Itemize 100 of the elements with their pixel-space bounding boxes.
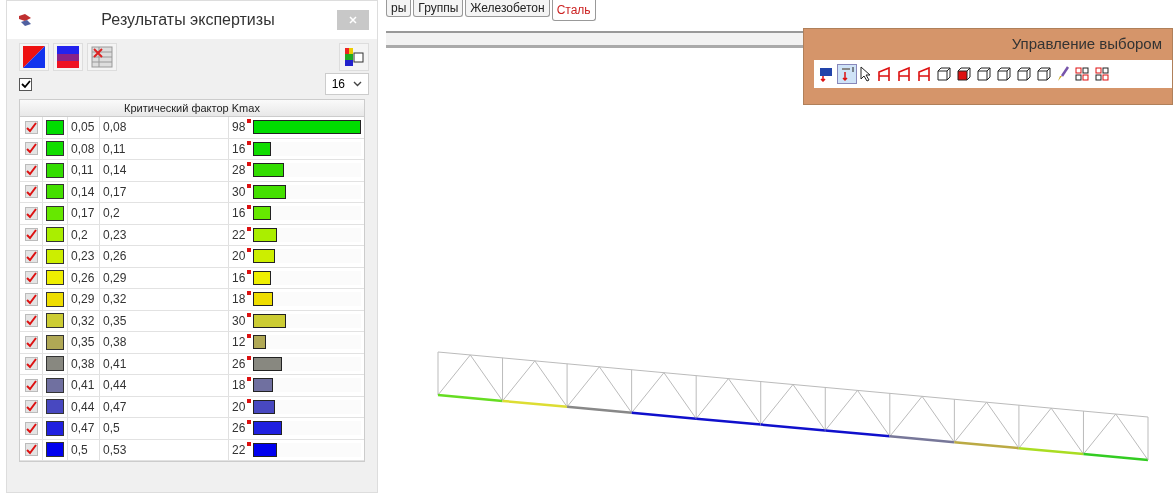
count-value: 18 <box>232 378 247 393</box>
count-value: 22 <box>232 442 247 457</box>
table-cell: 0,11 <box>68 160 100 181</box>
caret-icon[interactable] <box>353 81 362 87</box>
count-value: 20 <box>232 399 247 414</box>
table-cell: 0,32 <box>100 289 229 310</box>
color-swatch[interactable] <box>46 442 64 458</box>
marker-icon <box>247 291 251 295</box>
cube-icon[interactable] <box>976 66 992 82</box>
frame-icon[interactable] <box>896 66 912 82</box>
table-cell: 0,35 <box>100 310 229 331</box>
palette-icon[interactable] <box>339 43 369 71</box>
table-cell: 0,44 <box>68 396 100 417</box>
marker-icon <box>247 162 251 166</box>
table-cell: 0,44 <box>100 375 229 396</box>
table-cell: 0,53 <box>100 439 229 460</box>
count-value: 16 <box>232 270 247 285</box>
row-checkbox[interactable] <box>24 185 38 199</box>
color-swatch[interactable] <box>46 291 64 307</box>
row-checkbox[interactable] <box>24 314 38 328</box>
row-checkbox[interactable] <box>24 421 38 435</box>
color-swatch[interactable] <box>46 334 64 350</box>
tab[interactable]: Сталь <box>551 0 596 21</box>
row-checkbox[interactable] <box>24 357 38 371</box>
table-cell: 0,5 <box>68 439 100 460</box>
cube-icon[interactable] <box>936 66 952 82</box>
color-swatch[interactable] <box>46 162 64 178</box>
count-value: 28 <box>232 163 247 178</box>
cursor-icon[interactable] <box>860 66 872 82</box>
color-swatch[interactable] <box>46 377 64 393</box>
count-value: 18 <box>232 292 247 307</box>
marker-icon <box>247 140 251 145</box>
interval-count-dropdown[interactable]: 16 <box>324 73 369 95</box>
color-swatch[interactable] <box>46 119 64 135</box>
table-cell: 0,5 <box>100 418 229 439</box>
row-checkbox[interactable] <box>24 335 38 349</box>
row-checkbox[interactable] <box>24 206 38 220</box>
color-bands-icon[interactable] <box>53 43 83 71</box>
color-swatch[interactable] <box>46 141 64 157</box>
marker-icon <box>247 441 251 446</box>
row-checkbox[interactable] <box>24 292 38 306</box>
show-all-checkbox[interactable] <box>19 77 32 91</box>
frame-icon[interactable] <box>916 66 932 82</box>
grid-icon[interactable] <box>1094 66 1110 82</box>
color-swatch[interactable] <box>46 205 64 221</box>
tab[interactable]: Группы <box>413 0 464 17</box>
cube-icon[interactable] <box>1016 66 1032 82</box>
table-cell: 0,29 <box>68 289 100 310</box>
marker-icon <box>247 312 251 317</box>
cube-icon[interactable] <box>996 66 1012 82</box>
marker-icon <box>247 269 251 274</box>
table-cell: 0,2 <box>68 224 100 245</box>
color-swatch[interactable] <box>46 270 64 286</box>
table-cell: 0,08 <box>68 138 100 159</box>
table-cell: 0,29 <box>100 267 229 288</box>
row-checkbox[interactable] <box>24 378 38 392</box>
count-value: 16 <box>232 141 247 156</box>
color-swatch[interactable] <box>46 356 64 372</box>
table-cell: 0,14 <box>68 181 100 202</box>
row-checkbox[interactable] <box>24 163 38 177</box>
marker-icon <box>247 398 251 403</box>
row-checkbox[interactable] <box>24 400 38 414</box>
count-value: 26 <box>232 356 247 371</box>
row-checkbox[interactable] <box>24 120 38 134</box>
color-swatch[interactable] <box>46 184 64 200</box>
gradient-icon[interactable] <box>19 43 49 71</box>
color-swatch[interactable] <box>46 248 64 264</box>
marker-icon <box>247 334 251 338</box>
color-swatch[interactable] <box>46 227 64 243</box>
frame-icon[interactable] <box>876 66 892 82</box>
table-cell: 0,17 <box>68 203 100 224</box>
marker-icon <box>247 119 251 123</box>
color-swatch[interactable] <box>46 399 64 415</box>
row-checkbox[interactable] <box>24 142 38 156</box>
row-checkbox[interactable] <box>24 443 38 457</box>
tab[interactable]: Железобетон <box>465 0 550 17</box>
count-value: 20 <box>232 249 247 264</box>
grid-icon[interactable] <box>1074 66 1090 82</box>
count-value: 30 <box>232 184 247 199</box>
count-value: 30 <box>232 313 247 328</box>
table-cell: 0,38 <box>68 353 100 374</box>
table-cell: 0,17 <box>100 181 229 202</box>
clear-table-icon[interactable] <box>87 43 117 71</box>
row-checkbox[interactable] <box>24 271 38 285</box>
monitor-icon[interactable] <box>818 66 834 82</box>
count-value: 26 <box>232 421 247 436</box>
cube-icon[interactable] <box>956 66 972 82</box>
cube-icon[interactable] <box>1036 66 1052 82</box>
count-value: 22 <box>232 227 247 242</box>
tab[interactable]: ры <box>386 0 412 17</box>
color-swatch[interactable] <box>46 420 64 436</box>
color-swatch[interactable] <box>46 313 64 329</box>
count-value: 12 <box>232 335 247 350</box>
marker-icon <box>247 226 251 231</box>
row-checkbox[interactable] <box>24 249 38 263</box>
marker-icon <box>247 183 251 188</box>
brush-icon[interactable] <box>1056 66 1070 82</box>
marker-icon <box>247 420 251 424</box>
row-checkbox[interactable] <box>24 228 38 242</box>
marker-icon <box>247 205 251 209</box>
